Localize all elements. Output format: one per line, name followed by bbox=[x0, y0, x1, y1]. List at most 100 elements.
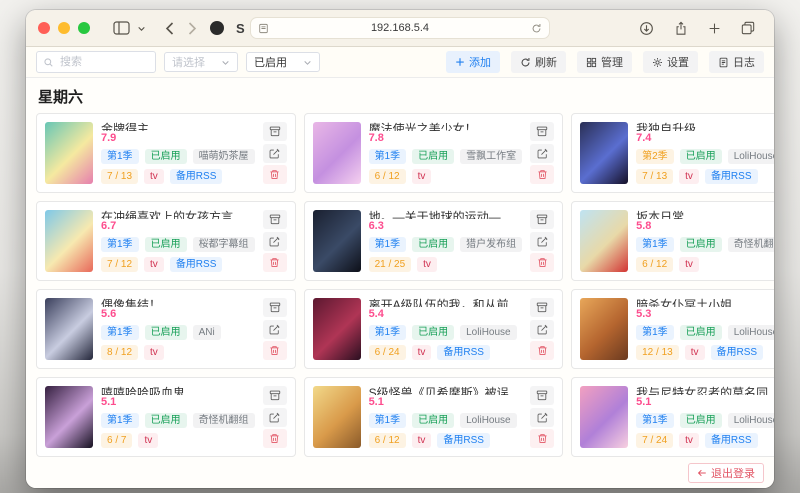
card-actions bbox=[263, 298, 287, 360]
anime-card: 在冲绳喜欢上的女孩方言… 6.7 第1季 已启用 桜都字幕组 7 / 12 tv… bbox=[36, 201, 296, 281]
group-badge: 奇怪机翻组 bbox=[193, 413, 255, 428]
episodes-badge: 6 / 7 bbox=[101, 433, 132, 448]
traffic-lights bbox=[38, 22, 90, 34]
logout-button[interactable]: 退出登录 bbox=[688, 463, 764, 483]
delete-button[interactable] bbox=[263, 253, 287, 272]
edit-button[interactable] bbox=[530, 320, 554, 339]
download-button[interactable] bbox=[530, 210, 554, 229]
download-button[interactable] bbox=[530, 298, 554, 317]
download-button[interactable] bbox=[530, 122, 554, 141]
share-icon[interactable] bbox=[674, 21, 688, 36]
anime-poster[interactable] bbox=[313, 386, 361, 448]
forward-icon[interactable] bbox=[188, 22, 197, 35]
download-button[interactable] bbox=[263, 298, 287, 317]
status-badge: 已启用 bbox=[145, 237, 187, 252]
delete-button[interactable] bbox=[530, 341, 554, 360]
edit-button[interactable] bbox=[263, 144, 287, 163]
status-filter-select[interactable]: 已启用 bbox=[246, 52, 320, 72]
rss-badge: 备用RSS bbox=[705, 169, 758, 184]
anime-poster[interactable] bbox=[45, 122, 93, 184]
anime-poster[interactable] bbox=[580, 386, 628, 448]
address-bar[interactable]: 192.168.5.4 bbox=[250, 17, 550, 39]
minimize-button[interactable] bbox=[58, 22, 70, 34]
status-badge: 已启用 bbox=[680, 149, 722, 164]
type-badge: tv bbox=[412, 345, 432, 360]
card-actions bbox=[530, 386, 554, 448]
status-badge: 已启用 bbox=[412, 149, 454, 164]
edit-button[interactable] bbox=[530, 144, 554, 163]
sidebar-icon[interactable] bbox=[113, 21, 130, 35]
anime-title: 偶像集结！ bbox=[101, 298, 255, 307]
refresh-button[interactable]: 刷新 bbox=[511, 51, 566, 73]
anime-rating: 6.3 bbox=[369, 220, 523, 232]
anime-rating: 5.8 bbox=[636, 220, 774, 232]
extension-icon-1[interactable] bbox=[210, 21, 224, 35]
edit-button[interactable] bbox=[263, 408, 287, 427]
chevron-down-icon[interactable] bbox=[137, 24, 146, 33]
logs-button[interactable]: 日志 bbox=[709, 51, 764, 73]
edit-button[interactable] bbox=[263, 320, 287, 339]
anime-poster[interactable] bbox=[45, 298, 93, 360]
new-tab-icon[interactable] bbox=[708, 22, 721, 35]
settings-button[interactable]: 设置 bbox=[643, 51, 698, 73]
search-box[interactable] bbox=[36, 51, 156, 73]
card-actions bbox=[263, 210, 287, 272]
download-button[interactable] bbox=[263, 210, 287, 229]
anime-card: 偶像集结！ 5.6 第1季 已启用 ANi 8 / 12 tv bbox=[36, 289, 296, 369]
anime-title: 我与尼特女忍者的莫名同… bbox=[636, 386, 774, 395]
group-badge: 猎户发布组 bbox=[460, 237, 522, 252]
group-badge: LoliHouse bbox=[728, 149, 774, 164]
group-badge: LoliHouse bbox=[460, 325, 516, 340]
group-badge: LoliHouse bbox=[728, 413, 774, 428]
card-actions bbox=[530, 210, 554, 272]
anime-poster[interactable] bbox=[313, 210, 361, 272]
anime-poster[interactable] bbox=[45, 386, 93, 448]
edit-button[interactable] bbox=[263, 232, 287, 251]
search-input[interactable] bbox=[58, 55, 149, 69]
status-badge: 已启用 bbox=[680, 325, 722, 340]
anime-poster[interactable] bbox=[580, 210, 628, 272]
download-button[interactable] bbox=[530, 386, 554, 405]
manage-button[interactable]: 管理 bbox=[577, 51, 632, 73]
anime-title: 嘻嘻哈哈吸血鬼 bbox=[101, 386, 255, 395]
zoom-button[interactable] bbox=[78, 22, 90, 34]
status-badge: 已启用 bbox=[145, 413, 187, 428]
delete-button[interactable] bbox=[530, 253, 554, 272]
page-settings-icon[interactable] bbox=[258, 23, 269, 34]
week-filter-select[interactable]: 请选择 bbox=[164, 52, 238, 72]
delete-button[interactable] bbox=[530, 429, 554, 448]
extension-icon-2[interactable]: S bbox=[236, 21, 245, 36]
rss-badge: 备用RSS bbox=[170, 169, 223, 184]
status-badge: 已启用 bbox=[412, 237, 454, 252]
close-button[interactable] bbox=[38, 22, 50, 34]
anime-poster[interactable] bbox=[45, 210, 93, 272]
delete-button[interactable] bbox=[263, 429, 287, 448]
delete-button[interactable] bbox=[530, 165, 554, 184]
add-button-label: 添加 bbox=[469, 54, 491, 70]
edit-button[interactable] bbox=[530, 408, 554, 427]
add-button[interactable]: 添加 bbox=[446, 51, 500, 73]
anime-info: 金牌得主 7.9 第1季 已启用 喵萌奶茶屋 7 / 13 tv 备用RSS bbox=[101, 122, 255, 184]
reload-icon[interactable] bbox=[531, 23, 542, 34]
download-button[interactable] bbox=[263, 122, 287, 141]
delete-button[interactable] bbox=[263, 165, 287, 184]
anime-card: 坂本日常 5.8 第1季 已启用 奇怪机翻组 6 / 12 tv bbox=[571, 201, 774, 281]
season-badge: 第2季 bbox=[636, 149, 674, 164]
delete-button[interactable] bbox=[263, 341, 287, 360]
group-badge: 桜都字幕组 bbox=[193, 237, 255, 252]
tab-overview-icon[interactable] bbox=[741, 21, 755, 35]
anime-rating: 7.8 bbox=[369, 132, 523, 144]
type-badge: tv bbox=[412, 433, 432, 448]
downloads-icon[interactable] bbox=[639, 21, 654, 36]
chevron-down-icon bbox=[303, 58, 312, 67]
anime-poster[interactable] bbox=[580, 122, 628, 184]
back-icon[interactable] bbox=[165, 22, 174, 35]
anime-card: 我与尼特女忍者的莫名同… 5.1 第1季 已启用 LoliHouse 7 / 2… bbox=[571, 377, 774, 457]
season-badge: 第1季 bbox=[101, 237, 139, 252]
anime-poster[interactable] bbox=[313, 298, 361, 360]
anime-poster[interactable] bbox=[313, 122, 361, 184]
anime-poster[interactable] bbox=[580, 298, 628, 360]
download-button[interactable] bbox=[263, 386, 287, 405]
edit-button[interactable] bbox=[530, 232, 554, 251]
settings-button-label: 设置 bbox=[667, 54, 689, 70]
